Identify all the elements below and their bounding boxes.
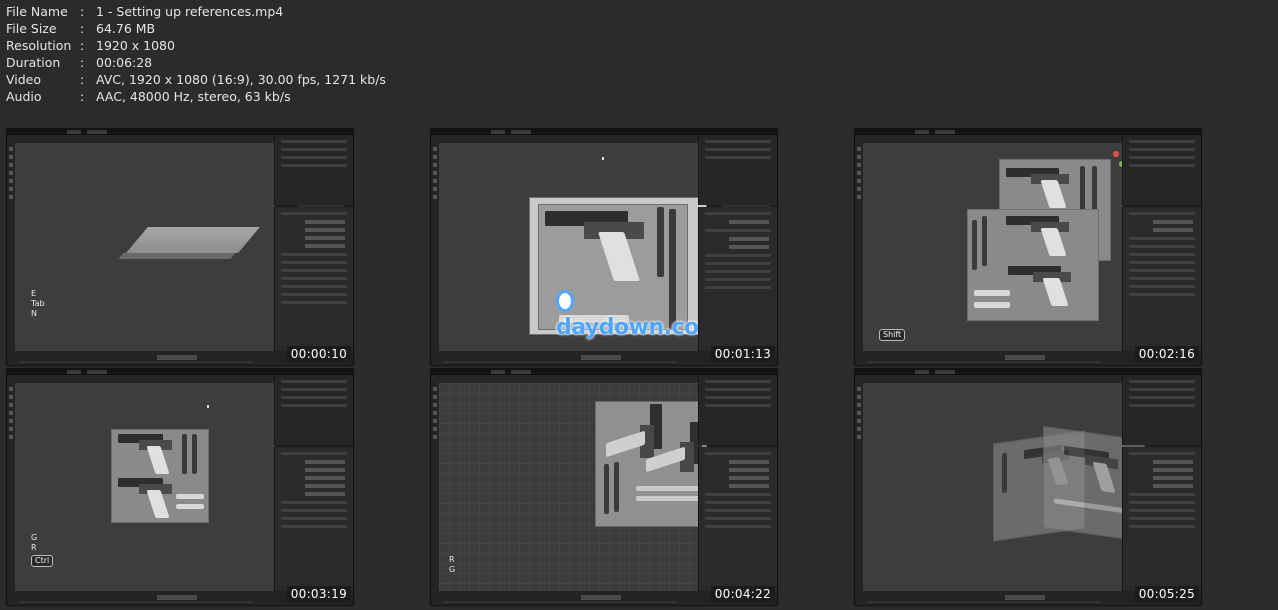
properties-panel [698,447,777,591]
video-thumbnail-1[interactable]: E Tab N 00:00:10 [6,128,354,366]
toolbar [855,143,863,351]
info-row-file-size: File Size : 64.76 MB [6,20,386,37]
key-r: R [31,543,37,552]
properties-panel [274,447,353,591]
key-overlay: E Tab N [31,289,45,319]
info-row-resolution: Resolution : 1920 x 1080 [6,37,386,54]
key-ctrl: Ctrl [31,555,54,567]
info-row-duration: Duration : 00:06:28 [6,54,386,71]
properties-panel [698,207,777,351]
3d-viewport: daydown.com [439,143,771,351]
info-label: File Size [6,21,57,36]
video-thumbnail-3[interactable]: Shift 00:02:16 [854,128,1202,366]
key-r: R [449,555,455,564]
key-overlay: Shift [879,329,906,341]
outliner [1122,375,1201,445]
outliner [698,375,777,445]
mouse-cursor [602,157,604,160]
video-thumbnail-4[interactable]: G R Ctrl 00:03:19 [6,368,354,606]
key-g: G [31,533,38,542]
info-value: 1920 x 1080 [96,38,175,53]
info-value: 64.76 MB [96,21,156,36]
3d-viewport: R G [439,383,773,591]
3d-viewport: Shift [863,143,1125,351]
info-separator: : [80,72,85,87]
mouse-cursor [207,405,209,408]
plane-edge [118,253,236,259]
video-thumbnail-6[interactable]: 00:05:25 [854,368,1202,606]
reference-image [595,401,707,527]
key-n: N [31,309,37,318]
info-label: Video [6,72,42,87]
pistol-side-view [545,211,655,281]
video-thumbnail-5[interactable]: R G 00:04:22 [430,368,778,606]
outliner [274,135,353,205]
key-g: G [449,565,456,574]
info-row-audio: Audio : AAC, 48000 Hz, stereo, 63 kb/s [6,88,386,105]
watermark: daydown.com [556,290,722,340]
watermark-text: daydown.com [556,315,722,340]
timestamp: 00:03:19 [286,586,351,602]
key-overlay: R G [449,555,455,575]
timestamp: 00:05:25 [1134,586,1199,602]
info-row-video: Video : AVC, 1920 x 1080 (16:9), 30.00 f… [6,71,386,88]
info-value: 1 - Setting up references.mp4 [96,4,284,19]
reference-image-front [967,209,1099,321]
timestamp: 00:00:10 [286,346,351,362]
pistol-top-view [657,207,664,277]
info-label: Resolution [6,38,72,53]
key-overlay: G R Ctrl [31,533,54,567]
properties-panel [1122,207,1201,351]
media-info: File Name : 1 - Setting up references.mp… [6,3,386,105]
toolbar [7,383,15,591]
properties-panel [274,207,353,351]
toolbar [855,383,863,591]
info-separator: : [80,21,85,36]
video-thumbnail-2[interactable]: daydown.com 00:01:13 [430,128,778,366]
info-separator: : [80,4,85,19]
toolbar [431,383,439,591]
outliner [1122,135,1201,205]
outliner [274,375,353,445]
toolbar [7,143,15,351]
info-separator: : [80,55,85,70]
info-row-file-name: File Name : 1 - Setting up references.mp… [6,3,386,20]
timestamp: 00:01:13 [710,346,775,362]
info-separator: : [80,38,85,53]
key-shift: Shift [879,329,906,341]
info-value: AAC, 48000 Hz, stereo, 63 kb/s [96,89,291,104]
3d-viewport: G R Ctrl [15,383,349,591]
plane-object [126,227,260,253]
key-tab: Tab [31,299,45,308]
timestamp: 00:02:16 [1134,346,1199,362]
toolbar [431,143,439,351]
info-value: AVC, 1920 x 1080 (16:9), 30.00 fps, 1271… [96,72,386,87]
timestamp: 00:04:22 [710,586,775,602]
info-value: 00:06:28 [96,55,153,70]
axis-x-icon [1113,151,1119,157]
3d-viewport: E Tab N [15,143,345,351]
info-label: File Name [6,4,68,19]
reference-image [111,429,209,523]
info-label: Duration [6,55,61,70]
info-separator: : [80,89,85,104]
key-e: E [31,289,37,298]
3d-viewport [863,383,1197,591]
properties-panel [1122,447,1201,591]
info-label: Audio [6,89,42,104]
outliner [698,135,777,205]
